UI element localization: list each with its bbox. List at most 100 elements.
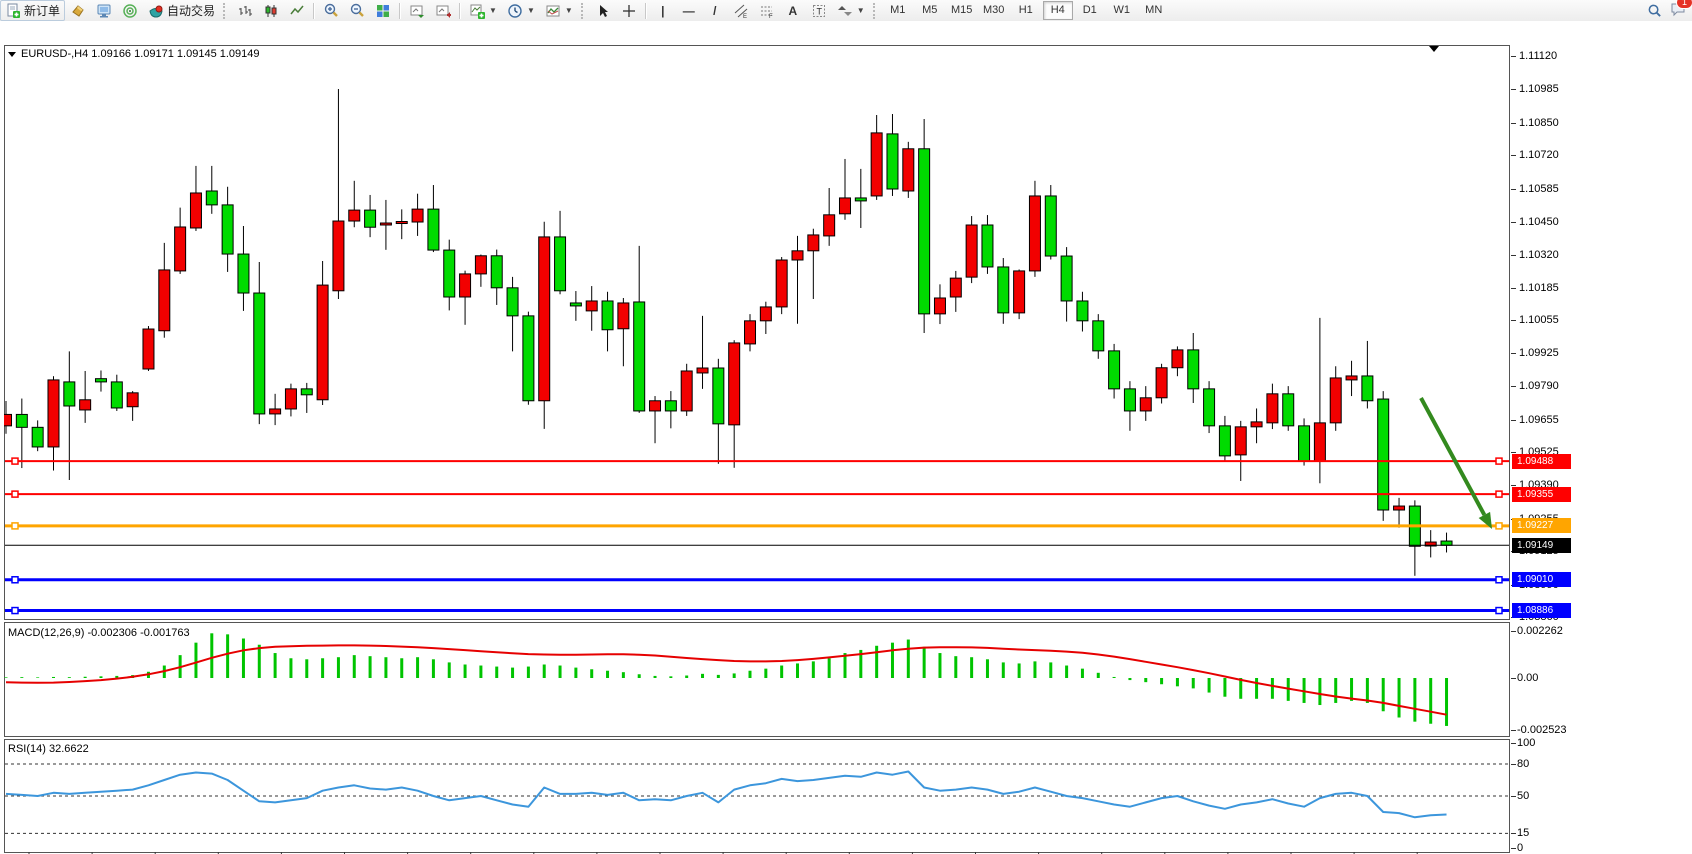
candle-bull (1314, 423, 1325, 461)
level-handle[interactable] (1496, 608, 1502, 614)
new-order-button[interactable]: 新订单 (0, 0, 65, 21)
crosshair-icon (621, 3, 637, 19)
level-handle[interactable] (12, 523, 18, 529)
timeframe-d1[interactable]: D1 (1075, 1, 1105, 20)
level-handle[interactable] (1496, 458, 1502, 464)
clock-icon (507, 3, 523, 19)
zoom-out-button[interactable] (344, 0, 370, 21)
timeframe-h1[interactable]: H1 (1011, 1, 1041, 20)
text-tool[interactable]: A (780, 0, 806, 21)
rsi-tick (1511, 764, 1516, 765)
trendline-tool[interactable]: / (702, 0, 728, 21)
chart-window[interactable]: EURUSD-,H4 1.09166 1.09171 1.09145 1.091… (0, 21, 1692, 854)
svg-text:E: E (743, 14, 747, 19)
symbol-dropdown-icon[interactable] (8, 52, 16, 57)
cursor-tool-button[interactable] (590, 0, 616, 21)
tile-windows-button[interactable] (370, 0, 396, 21)
zoom-in-button[interactable] (318, 0, 344, 21)
candle-bull (792, 251, 803, 260)
notifications-button[interactable]: 1 (1670, 1, 1686, 20)
candlestick-chart-button[interactable] (258, 0, 284, 21)
toolbar-grip (873, 3, 879, 19)
rsi-tick (1511, 743, 1516, 744)
candle-bull (697, 368, 708, 373)
chart-shift-button[interactable] (430, 0, 456, 21)
price-tick (1511, 353, 1516, 354)
level-handle[interactable] (1496, 577, 1502, 583)
styler-icon (70, 3, 86, 19)
price-tag-1.09488: 1.09488 (1512, 454, 1571, 469)
channel-icon: E (733, 3, 749, 19)
rsi-tick (1511, 848, 1516, 849)
candle-bull (380, 223, 391, 225)
candle-bull (80, 400, 91, 410)
svg-text:F: F (769, 14, 773, 19)
crosshair-tool-button[interactable] (616, 0, 642, 21)
autotrade-button[interactable]: 自动交易 (143, 0, 220, 21)
candle-bear (428, 209, 439, 250)
candle-bear (1109, 351, 1120, 389)
add-indicator-button[interactable]: ▼ (464, 0, 502, 21)
period-button[interactable]: ▼ (502, 0, 540, 21)
candle-bull (839, 198, 850, 214)
rsi-label: RSI(14) 32.6622 (8, 743, 89, 755)
candle-bear (1061, 256, 1072, 301)
timeframe-w1[interactable]: W1 (1107, 1, 1137, 20)
terminal-button[interactable] (91, 0, 117, 21)
price-tick (1511, 89, 1516, 90)
candle-bull (808, 235, 819, 251)
arrows-tool[interactable]: ▼ (832, 0, 870, 21)
template-button[interactable]: ▼ (540, 0, 578, 21)
candle-bull (824, 215, 835, 236)
price-tick-label: 1.10185 (1519, 282, 1559, 294)
chart-canvas[interactable] (4, 45, 1510, 854)
vertical-line-tool[interactable]: | (650, 0, 676, 21)
dropdown-caret-icon: ▼ (489, 6, 497, 15)
candle-bull (745, 321, 756, 344)
annotation-arrow-shaft[interactable] (1421, 398, 1484, 515)
price-tick (1511, 485, 1516, 486)
timeframe-mn[interactable]: MN (1139, 1, 1169, 20)
level-handle[interactable] (1496, 523, 1502, 529)
autoscroll-button[interactable] (404, 0, 430, 21)
timeframe-m30[interactable]: M30 (979, 1, 1009, 20)
toolbar-grip (581, 3, 587, 19)
candle-bear (919, 149, 930, 314)
level-handle[interactable] (12, 491, 18, 497)
rsi-axis-label: 15 (1517, 827, 1529, 839)
candle-bull (966, 225, 977, 277)
level-handle[interactable] (12, 577, 18, 583)
timeframe-m1[interactable]: M1 (883, 1, 913, 20)
bar-chart-button[interactable] (232, 0, 258, 21)
horizontal-line-tool[interactable]: — (676, 0, 702, 21)
macd-tick (1511, 631, 1516, 632)
level-handle[interactable] (12, 608, 18, 614)
fibonacci-tool[interactable]: F (754, 0, 780, 21)
price-tick (1511, 189, 1516, 190)
styler-button[interactable] (65, 0, 91, 21)
chart-shift-marker-icon[interactable] (1429, 46, 1439, 52)
candle-bear (32, 427, 43, 447)
signals-button[interactable] (117, 0, 143, 21)
toolbar-grip (223, 3, 229, 19)
candle-bull (1172, 350, 1183, 368)
level-handle[interactable] (12, 458, 18, 464)
candle-bear (1077, 301, 1088, 321)
channel-tool[interactable]: E (728, 0, 754, 21)
price-tick-label: 1.09925 (1519, 347, 1559, 359)
arrows-icon (837, 3, 853, 19)
level-handle[interactable] (1496, 491, 1502, 497)
candle-bull (903, 149, 914, 191)
timeframe-m15[interactable]: M15 (947, 1, 977, 20)
candle-bull (270, 409, 281, 414)
macd-axis-label: -0.002523 (1517, 724, 1567, 736)
chart-title: EURUSD-,H4 1.09166 1.09171 1.09145 1.091… (8, 48, 260, 60)
toolbar-separator (459, 3, 461, 19)
text-label-tool[interactable]: T (806, 0, 832, 21)
timeframe-m5[interactable]: M5 (915, 1, 945, 20)
rsi-axis-label: 80 (1517, 758, 1529, 770)
candle-bear (1283, 394, 1294, 426)
search-icon[interactable] (1647, 3, 1662, 18)
timeframe-h4[interactable]: H4 (1043, 1, 1073, 20)
line-chart-button[interactable] (284, 0, 310, 21)
